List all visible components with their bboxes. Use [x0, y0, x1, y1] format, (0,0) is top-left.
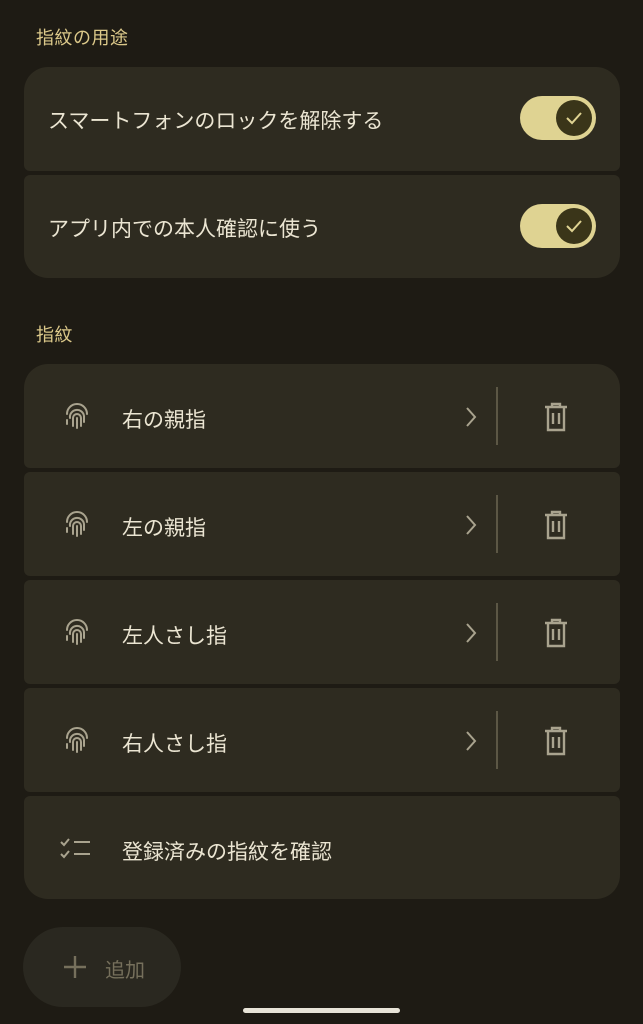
fingerprint-icon [66, 619, 88, 645]
checklist-icon [60, 838, 90, 859]
chevron-right-icon[interactable] [464, 406, 478, 428]
app-auth-toggle[interactable] [520, 204, 596, 248]
divider [496, 711, 498, 769]
unlock-phone-label: スマートフォンのロックを解除する [48, 109, 384, 133]
fingerprint-label: 左人さし指 [122, 624, 227, 648]
add-fingerprint-button[interactable]: 追加 [23, 927, 181, 1007]
fingerprint-label: 右の親指 [122, 408, 206, 432]
chevron-right-icon[interactable] [464, 514, 478, 536]
divider [496, 603, 498, 661]
check-registered-row[interactable]: 登録済みの指紋を確認 [24, 796, 620, 899]
app-auth-label: アプリ内での本人確認に使う [48, 217, 321, 241]
divider [496, 387, 498, 445]
usage-section-title: 指紋の用途 [36, 28, 129, 49]
fingerprint-label: 右人さし指 [122, 732, 227, 756]
divider [496, 495, 498, 553]
check-icon [556, 208, 592, 244]
fingerprints-section-title: 指紋 [36, 325, 73, 346]
delete-icon[interactable] [543, 618, 569, 648]
fingerprint-label: 左の親指 [122, 516, 206, 540]
app-auth-row[interactable]: アプリ内での本人確認に使う [24, 175, 620, 278]
fingerprint-icon [66, 727, 88, 753]
add-button-label: 追加 [105, 958, 145, 982]
unlock-phone-toggle[interactable] [520, 96, 596, 140]
fingerprint-row[interactable]: 右の親指 [24, 364, 620, 468]
fingerprint-row[interactable]: 左人さし指 [24, 580, 620, 684]
delete-icon[interactable] [543, 402, 569, 432]
delete-icon[interactable] [543, 510, 569, 540]
chevron-right-icon[interactable] [464, 622, 478, 644]
unlock-phone-row[interactable]: スマートフォンのロックを解除する [24, 67, 620, 171]
home-indicator[interactable] [243, 1008, 400, 1013]
fingerprint-row[interactable]: 左の親指 [24, 472, 620, 576]
fingerprint-icon [66, 403, 88, 429]
chevron-right-icon[interactable] [464, 730, 478, 752]
plus-icon [64, 956, 86, 978]
fingerprint-row[interactable]: 右人さし指 [24, 688, 620, 792]
fingerprint-icon [66, 511, 88, 537]
check-icon [556, 100, 592, 136]
delete-icon[interactable] [543, 726, 569, 756]
check-registered-label: 登録済みの指紋を確認 [122, 840, 332, 864]
